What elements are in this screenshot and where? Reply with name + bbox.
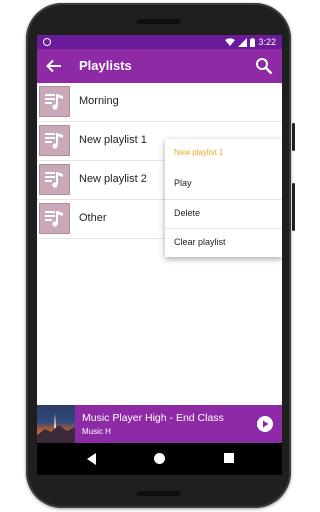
playlist-name: Other [79,212,107,224]
menu-item-clear-playlist[interactable]: Clear playlist [165,228,282,256]
menu-item-label: Delete [174,208,201,218]
artist-name: Music H [82,427,111,436]
context-menu: New playlist 1 Play Delete Clear playlis… [165,139,282,257]
playlist-name: New playlist 2 [79,173,147,185]
search-icon[interactable] [255,57,273,75]
page-title: Playlists [79,58,132,73]
signal-icon [238,37,248,47]
playlist-icon [39,86,70,117]
menu-item-label: Clear playlist [174,237,226,247]
play-circle-icon[interactable] [257,416,273,432]
top-speaker [136,19,181,24]
battery-icon [250,37,256,47]
arrow-left-icon[interactable] [45,57,63,75]
song-title: Music Player High - End Class [82,412,224,424]
nav-back-icon[interactable] [85,452,97,466]
status-bar: 3:22 [37,35,282,49]
context-menu-title: New playlist 1 [174,148,224,157]
app-bar: Playlists [37,49,282,83]
playlist-icon [39,164,70,195]
app-screen: 3:22 Playlists Morning New playlist 1 Ne… [37,35,282,475]
volume-button [292,123,295,151]
notification-dot-icon [43,38,51,46]
nav-recents-icon[interactable] [223,452,235,464]
playlist-icon [39,125,70,156]
nav-home-icon[interactable] [153,452,166,465]
menu-item-play[interactable]: Play [165,170,282,198]
album-art [37,405,75,443]
list-item[interactable]: Morning [37,83,282,122]
playlist-icon [39,203,70,234]
playlist-name: New playlist 1 [79,134,147,146]
wifi-icon [225,37,236,46]
playlist-name: Morning [79,95,119,107]
status-time: 3:22 [258,37,276,47]
now-playing-bar[interactable]: Music Player High - End Class Music H [37,405,282,443]
power-button [292,183,295,231]
bottom-speaker [136,491,181,496]
system-nav-bar [37,443,282,475]
menu-item-label: Play [174,178,192,188]
menu-item-delete[interactable]: Delete [165,199,282,227]
